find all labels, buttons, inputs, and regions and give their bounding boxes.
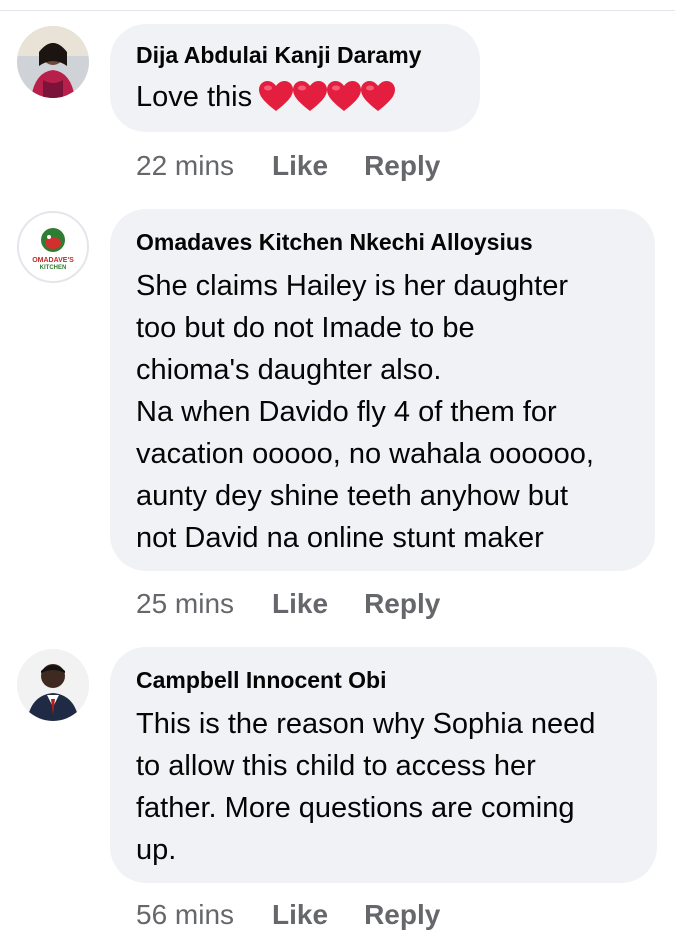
comment-text-line: to allow this child to access her bbox=[136, 750, 536, 782]
omadaves-kitchen-logo-icon: OMADAVE'S KITCHEN bbox=[19, 213, 87, 281]
comment-text-line: up. bbox=[136, 834, 177, 866]
comment-actions: 22 mins Like Reply bbox=[136, 146, 440, 186]
comment-text: She claims Hailey is her daughter too bu… bbox=[136, 265, 629, 559]
comment-text-line: chioma's daughter also. bbox=[136, 354, 442, 386]
avatar[interactable] bbox=[17, 649, 89, 721]
heart-icon bbox=[361, 81, 396, 111]
comment-text-line: father. More questions are coming bbox=[136, 792, 575, 824]
heart-icon bbox=[259, 81, 294, 111]
emoji-row bbox=[259, 81, 396, 113]
comment-text: Love this bbox=[136, 76, 454, 118]
comment-text-line: vacation ooooo, no wahala oooooo, bbox=[136, 438, 594, 470]
like-button[interactable]: Like bbox=[272, 588, 328, 620]
comment-text-line: She claims Hailey is her daughter bbox=[136, 270, 568, 302]
svg-text:OMADAVE'S: OMADAVE'S bbox=[32, 257, 74, 264]
comment-text-line: This is the reason why Sophia need bbox=[136, 708, 596, 740]
svg-text:KITCHEN: KITCHEN bbox=[40, 265, 67, 271]
comment-text-body: Love this bbox=[136, 81, 253, 113]
like-button[interactable]: Like bbox=[272, 899, 328, 931]
comment-actions: 25 mins Like Reply bbox=[136, 584, 440, 624]
comment-text-line: Na when Davido fly 4 of them for bbox=[136, 396, 557, 428]
avatar-photo-icon bbox=[17, 26, 89, 98]
like-button[interactable]: Like bbox=[272, 150, 328, 182]
comment-actions: 56 mins Like Reply bbox=[136, 895, 440, 935]
comment-bubble: Dija Abdulai Kanji Daramy Love this bbox=[110, 24, 480, 132]
reply-button[interactable]: Reply bbox=[364, 588, 440, 620]
comment-author[interactable]: Omadaves Kitchen Nkechi Alloysius bbox=[136, 227, 629, 257]
heart-icon bbox=[293, 81, 328, 111]
comment-text: This is the reason why Sophia need to al… bbox=[136, 703, 631, 871]
comment-text-line: aunty dey shine teeth anyhow but bbox=[136, 480, 569, 512]
top-divider bbox=[0, 10, 675, 11]
comment-bubble: Omadaves Kitchen Nkechi Alloysius She cl… bbox=[110, 209, 655, 571]
avatar[interactable] bbox=[17, 26, 89, 98]
comment-time[interactable]: 25 mins bbox=[136, 588, 234, 620]
comment-text-line: too but do not Imade to be bbox=[136, 312, 475, 344]
comment-bubble: Campbell Innocent Obi This is the reason… bbox=[110, 647, 657, 883]
reply-button[interactable]: Reply bbox=[364, 899, 440, 931]
avatar-photo-icon bbox=[17, 649, 89, 721]
comment-author[interactable]: Dija Abdulai Kanji Daramy bbox=[136, 40, 454, 70]
avatar[interactable]: OMADAVE'S KITCHEN bbox=[17, 211, 89, 283]
reply-button[interactable]: Reply bbox=[364, 150, 440, 182]
comment-author[interactable]: Campbell Innocent Obi bbox=[136, 665, 631, 695]
comment-time[interactable]: 22 mins bbox=[136, 150, 234, 182]
comment-time[interactable]: 56 mins bbox=[136, 899, 234, 931]
heart-icon bbox=[327, 81, 362, 111]
comment-text-line: not David na online stunt maker bbox=[136, 522, 544, 554]
